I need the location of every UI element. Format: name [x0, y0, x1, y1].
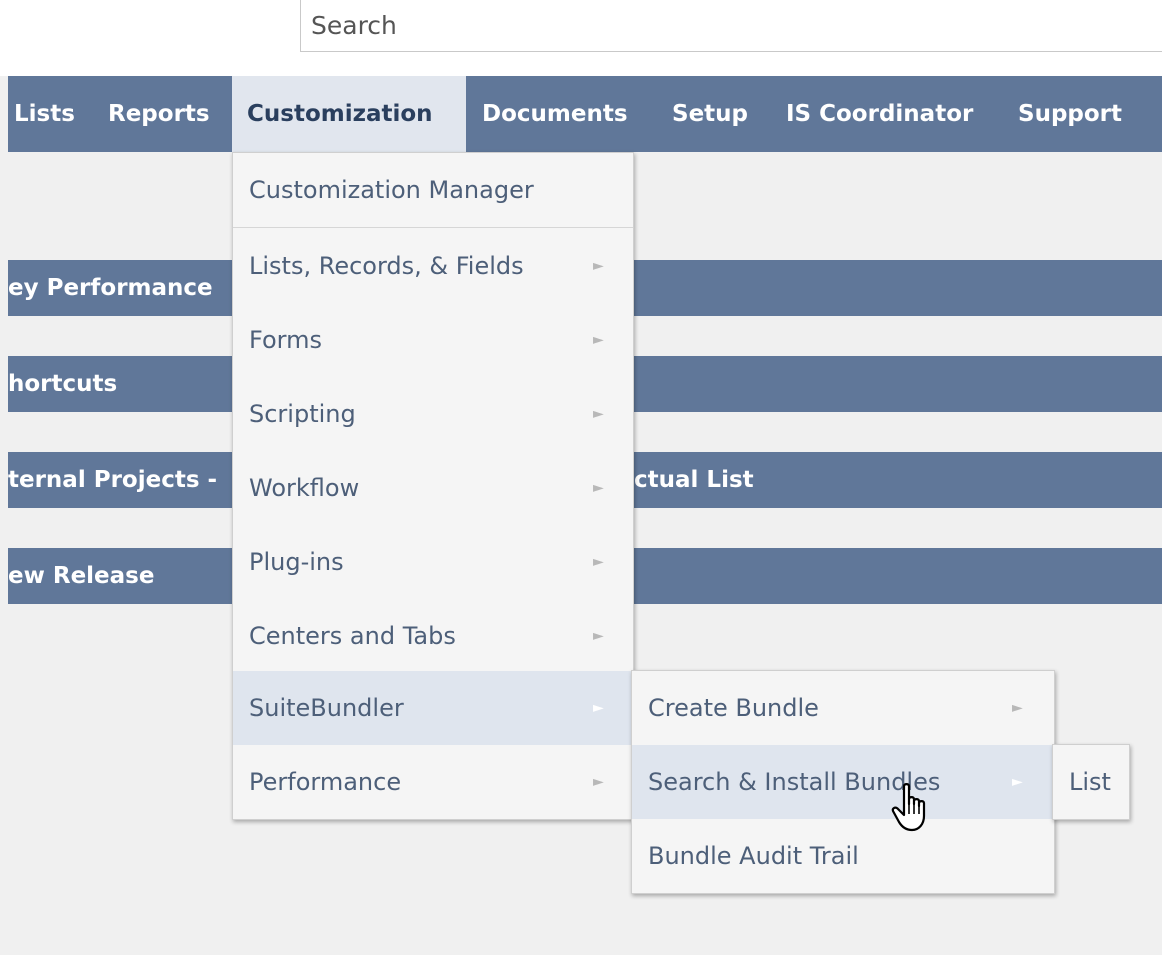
menu-divider [233, 227, 633, 228]
menu-item-bundle-audit-trail[interactable]: Bundle Audit Trail [632, 819, 1054, 893]
nav-item-reports[interactable]: Reports [108, 76, 210, 152]
menu-item-label: Forms [249, 326, 322, 354]
menu-item-lists-records-fields[interactable]: Lists, Records, & Fields ► [233, 229, 633, 303]
chevron-right-icon: ► [593, 406, 604, 422]
menu-item-workflow[interactable]: Workflow ► [233, 451, 633, 525]
menu-item-label: Create Bundle [648, 694, 819, 722]
menu-item-label: Bundle Audit Trail [648, 842, 859, 870]
nav-item-support[interactable]: Support [1018, 76, 1122, 152]
chevron-right-icon: ► [593, 628, 604, 644]
menu-item-performance[interactable]: Performance ► [233, 745, 633, 819]
portlet-title[interactable]: ey Performance [8, 260, 213, 316]
menu-item-search-install-bundles[interactable]: Search & Install Bundles ► [632, 745, 1054, 819]
menu-item-label: Plug-ins [249, 548, 344, 576]
chevron-right-icon: ► [593, 480, 604, 496]
menu-item-suitebundler[interactable]: SuiteBundler ► [233, 671, 633, 745]
portlet-title[interactable]: ew Release [8, 548, 154, 604]
portlet-title[interactable]: hortcuts [8, 356, 117, 412]
nav-item-customization[interactable]: Customization [232, 76, 466, 152]
menu-item-label: Centers and Tabs [249, 622, 456, 650]
main-nav: Lists Reports Customization Documents Se… [8, 76, 1162, 152]
chevron-right-icon: ► [593, 700, 604, 716]
menu-item-scripting[interactable]: Scripting ► [233, 377, 633, 451]
menu-item-list[interactable]: List [1053, 745, 1129, 819]
menu-item-label: SuiteBundler [249, 694, 404, 722]
nav-item-documents[interactable]: Documents [482, 76, 628, 152]
menu-item-label: Customization Manager [249, 176, 534, 204]
chevron-right-icon: ► [1012, 700, 1023, 716]
chevron-right-icon: ► [593, 554, 604, 570]
nav-item-is-coordinator[interactable]: IS Coordinator [786, 76, 973, 152]
chevron-right-icon: ► [593, 774, 604, 790]
global-search-input[interactable] [300, 0, 1162, 52]
menu-item-label: Performance [249, 768, 402, 796]
search-install-submenu: List [1052, 744, 1130, 820]
menu-item-create-bundle[interactable]: Create Bundle ► [632, 671, 1054, 745]
customization-menu: Customization Manager Lists, Records, & … [232, 152, 634, 820]
menu-item-label: Workflow [249, 474, 360, 502]
suitebundler-submenu: Create Bundle ► Search & Install Bundles… [631, 670, 1055, 894]
nav-item-lists[interactable]: Lists [14, 76, 75, 152]
hand-pointer-cursor-icon [891, 783, 926, 832]
portlet-title[interactable]: ternal Projects - [8, 452, 217, 508]
top-header [0, 0, 1162, 76]
menu-item-label: List [1069, 768, 1111, 796]
chevron-right-icon: ► [593, 332, 604, 348]
chevron-right-icon: ► [593, 258, 604, 274]
portlet-title-suffix: ctual List [634, 467, 754, 493]
menu-item-plug-ins[interactable]: Plug-ins ► [233, 525, 633, 599]
nav-item-setup[interactable]: Setup [672, 76, 748, 152]
menu-item-forms[interactable]: Forms ► [233, 303, 633, 377]
menu-item-label: Lists, Records, & Fields [249, 252, 524, 280]
menu-item-customization-manager[interactable]: Customization Manager [233, 153, 633, 227]
menu-item-centers-and-tabs[interactable]: Centers and Tabs ► [233, 599, 633, 673]
chevron-right-icon: ► [1012, 774, 1023, 790]
menu-item-label: Scripting [249, 400, 356, 428]
